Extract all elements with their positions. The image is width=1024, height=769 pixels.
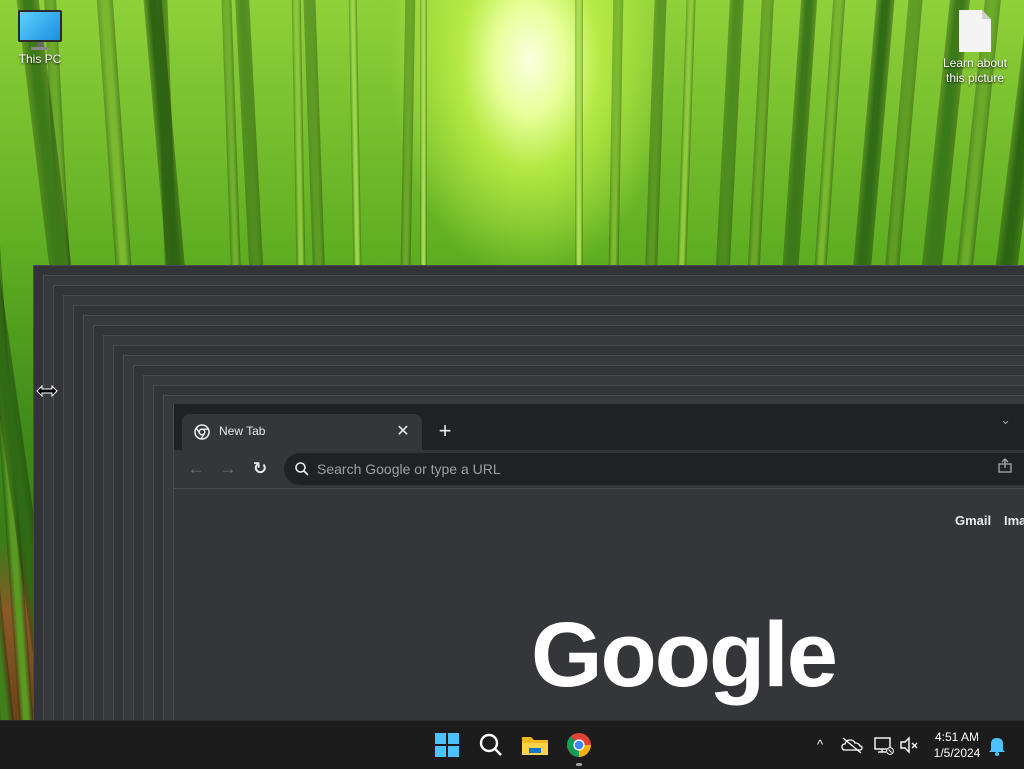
forward-button[interactable]: → bbox=[216, 457, 240, 481]
tab-search-chevron-icon[interactable]: ⌄ bbox=[1000, 412, 1011, 428]
search-icon bbox=[295, 462, 309, 476]
file-explorer-icon[interactable] bbox=[518, 729, 552, 761]
address-bar[interactable]: Search Google or type a URL bbox=[284, 453, 1024, 485]
windows-start-icon[interactable] bbox=[430, 729, 464, 761]
desktop-icon-label: Learn about this picture bbox=[942, 56, 1008, 85]
system-clock[interactable]: 4:51 AM 1/5/2024 bbox=[925, 729, 989, 761]
browser-toolbar: ← → ↻ Search Google or type a URL bbox=[174, 450, 1024, 489]
show-hidden-icons-chevron-icon[interactable]: ^ bbox=[808, 733, 832, 757]
new-tab-page: Gmail Ima Google bbox=[174, 489, 1024, 720]
desktop-icon-label: This PC bbox=[18, 52, 62, 66]
tab-close-icon[interactable]: ✕ bbox=[394, 423, 412, 441]
chrome-icon bbox=[194, 424, 210, 440]
clock-date: 1/5/2024 bbox=[933, 746, 981, 760]
address-bar-placeholder: Search Google or type a URL bbox=[317, 461, 501, 477]
gmail-link[interactable]: Gmail bbox=[955, 513, 991, 528]
chrome-icon[interactable] bbox=[562, 729, 596, 761]
document-icon bbox=[959, 10, 991, 52]
tab-strip: New Tab ✕ + ⌄ bbox=[174, 404, 1024, 450]
resize-cursor-icon bbox=[36, 385, 58, 397]
volume-muted-icon[interactable] bbox=[897, 733, 921, 757]
reload-button[interactable]: ↻ bbox=[248, 457, 272, 481]
chrome-running-indicator bbox=[576, 763, 582, 766]
this-pc-icon bbox=[0, 10, 80, 50]
notification-bell-icon[interactable] bbox=[985, 733, 1009, 757]
back-button[interactable]: ← bbox=[184, 457, 208, 481]
tab-new-tab[interactable]: New Tab ✕ bbox=[182, 414, 422, 450]
network-icon[interactable] bbox=[871, 733, 895, 757]
images-link[interactable]: Ima bbox=[1004, 513, 1024, 528]
search-icon[interactable] bbox=[474, 729, 508, 761]
google-logo: Google bbox=[531, 604, 838, 706]
desktop-icon-this-pc[interactable]: This PC bbox=[0, 10, 80, 67]
desktop-icon-learn-about-picture[interactable]: Learn about this picture bbox=[935, 10, 1015, 86]
onedrive-icon[interactable] bbox=[840, 733, 864, 757]
chrome-window[interactable]: New Tab ✕ + ⌄ ← → ↻ Search Google or typ… bbox=[173, 404, 1024, 720]
new-tab-button[interactable]: + bbox=[432, 418, 458, 444]
clock-time: 4:51 AM bbox=[934, 730, 980, 744]
taskbar: ^ 4:51 AM 1/5/2024 bbox=[0, 720, 1024, 769]
tab-title: New Tab bbox=[219, 424, 266, 438]
share-icon[interactable] bbox=[997, 458, 1013, 474]
